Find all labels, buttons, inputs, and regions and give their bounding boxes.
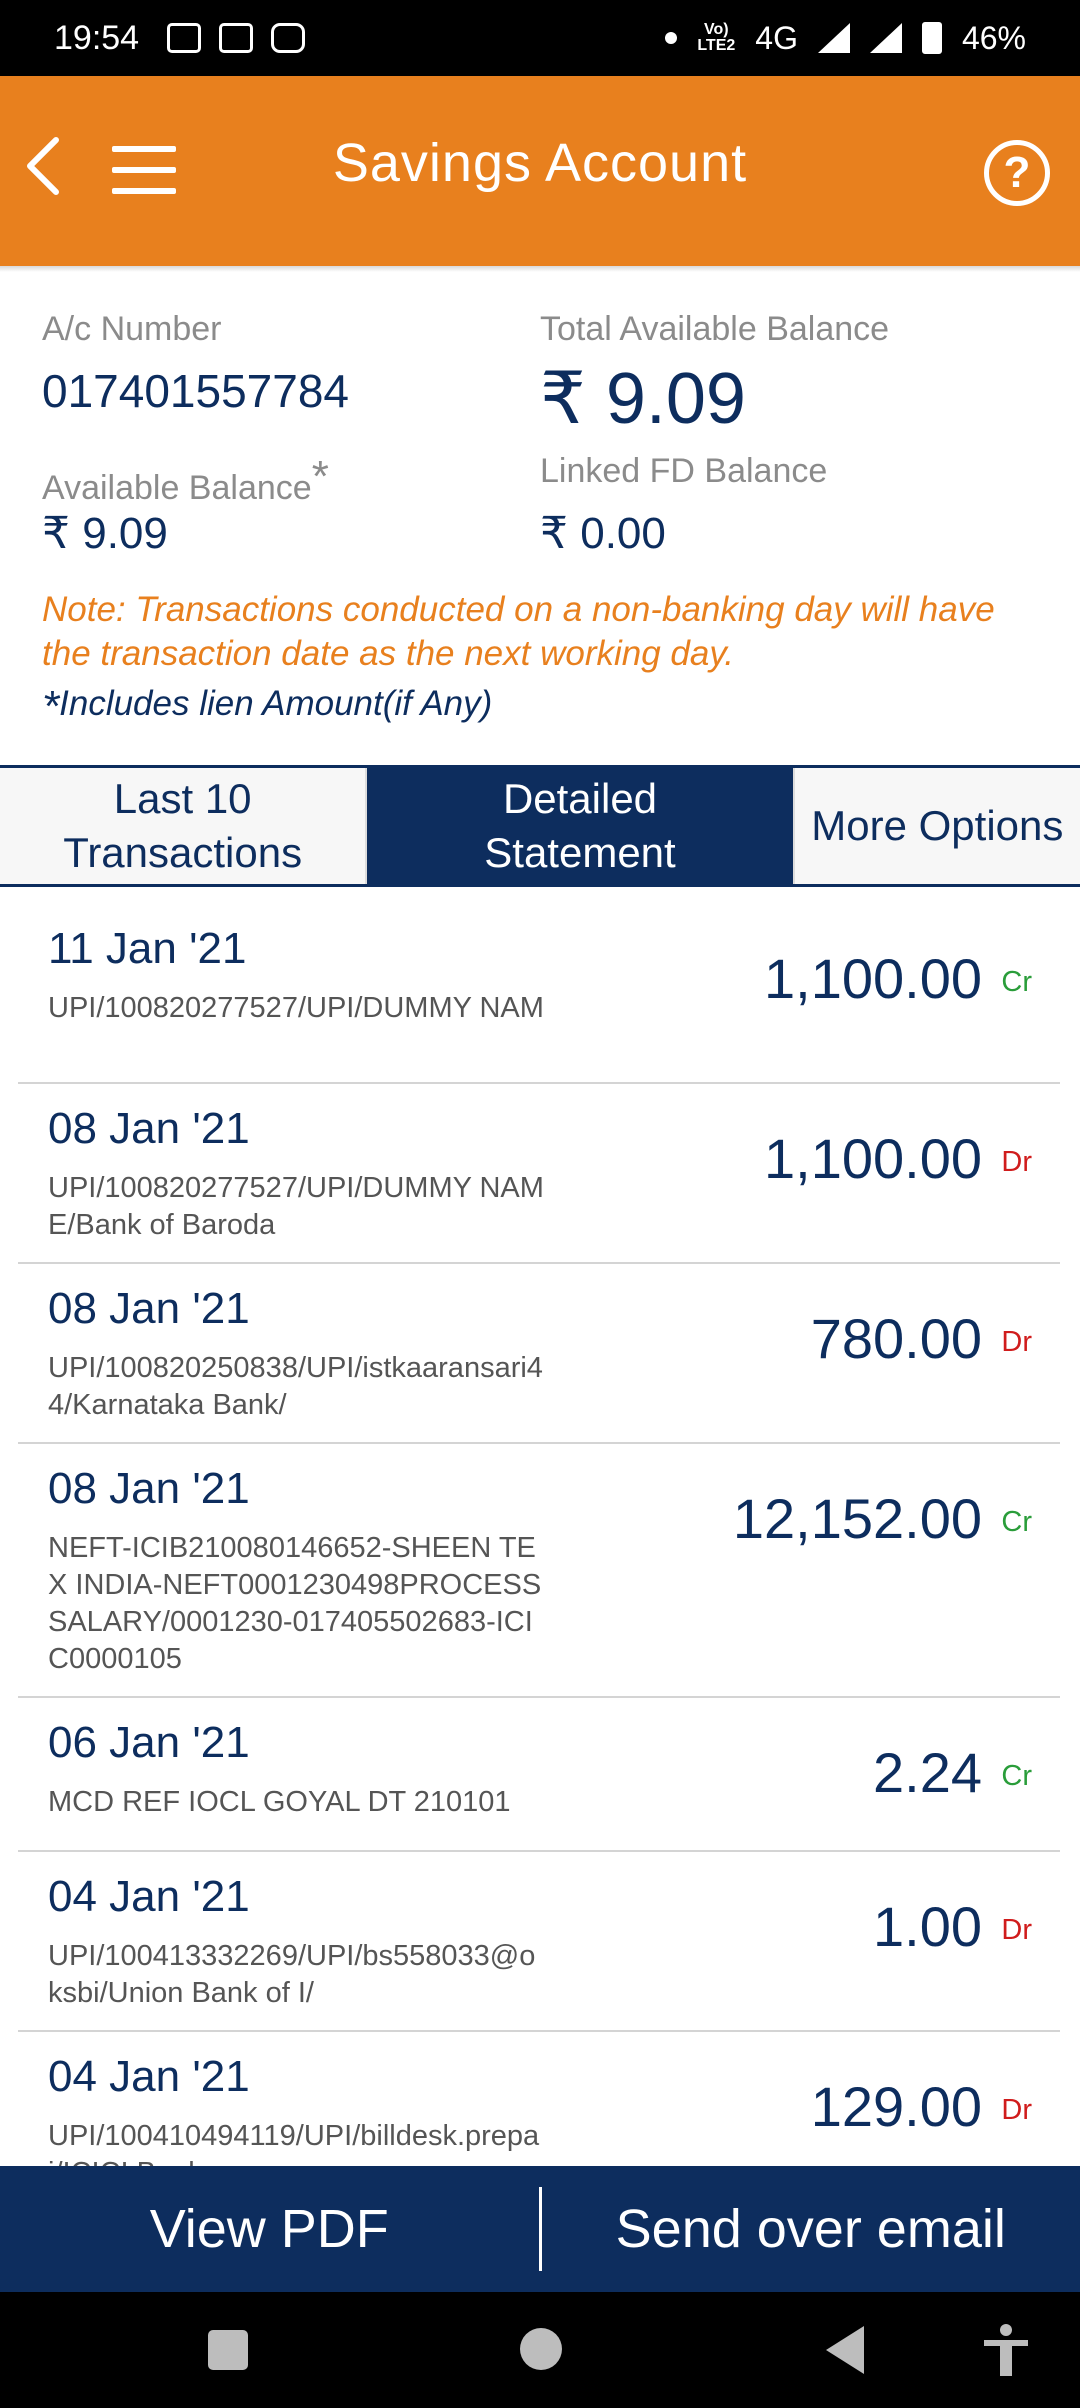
status-bar: 19:54 Vo) LTE2 4G 46% (0, 0, 1080, 76)
transaction-date: 08 Jan '21 (48, 1284, 250, 1333)
app-bar: Savings Account ? (0, 76, 1080, 266)
ac-number-value: 017401557784 (42, 365, 349, 417)
transaction-amount: 2.24 (873, 1741, 982, 1804)
volte-icon: Vo) LTE2 (697, 21, 736, 54)
available-balance-label-text: Available Balance (42, 469, 312, 507)
tab-more-options[interactable]: More Options (792, 768, 1080, 884)
transaction-type: Cr (1001, 1506, 1032, 1538)
transaction-type: Dr (1001, 1914, 1032, 1946)
transaction-description: UPI/100820277527/UPI/DUMMY NAME/Bank of … (48, 1172, 544, 1241)
bottom-action-bar: View PDF Send over email (0, 2166, 1080, 2292)
transaction-description: UPI/100820250838/UPI/istkaaransari44/Kar… (48, 1352, 543, 1421)
linked-fd-value: ₹ 0.00 (540, 509, 666, 558)
signal-icon-2 (869, 23, 902, 53)
transaction-date: 04 Jan '21 (48, 2052, 250, 2101)
available-balance-value: ₹ 9.09 (42, 509, 168, 558)
lien-note: *Includes lien Amount(if Any) (42, 682, 492, 732)
notification-app-icon (167, 23, 202, 53)
help-icon[interactable]: ? (984, 140, 1050, 206)
transaction-description: NEFT-ICIB210080146652-SHEEN TEX INDIA-NE… (48, 1532, 542, 1675)
transaction-type: Dr (1001, 1326, 1032, 1358)
transaction-description: UPI/100413332269/UPI/bs558033@oksbi/Unio… (48, 1940, 536, 2009)
transaction-row[interactable]: 11 Jan '21 UPI/100820277527/UPI/DUMMY NA… (18, 904, 1060, 1084)
available-balance-label: Available Balance* (42, 452, 329, 508)
recents-icon[interactable] (208, 2330, 248, 2370)
status-time: 19:54 (54, 18, 140, 57)
notification-dot-icon (665, 32, 678, 44)
ac-number-label: A/c Number (42, 310, 222, 348)
transaction-list[interactable]: 11 Jan '21 UPI/100820277527/UPI/DUMMY NA… (0, 904, 1080, 2166)
view-pdf-button[interactable]: View PDF (0, 2198, 539, 2260)
battery-percent: 46% (961, 19, 1026, 56)
lien-asterisk: * (42, 682, 60, 731)
send-email-button[interactable]: Send over email (542, 2198, 1080, 2260)
transaction-description: MCD REF IOCL GOYAL DT 210101 (48, 1786, 511, 1818)
lien-note-text: Includes lien Amount(if Any) (59, 684, 493, 723)
statement-tabs: Last 10 Transactions Detailed Statement … (0, 765, 1080, 887)
transaction-amount: 1,100.00 (764, 1127, 982, 1190)
transaction-amount: 1.00 (873, 1895, 982, 1958)
linked-fd-label: Linked FD Balance (540, 452, 828, 490)
system-nav-bar (0, 2292, 1080, 2408)
transaction-row[interactable]: 08 Jan '21 NEFT-ICIB210080146652-SHEEN T… (18, 1444, 1060, 1698)
tab-detailed-statement[interactable]: Detailed Statement (365, 768, 793, 884)
page-title: Savings Account (332, 133, 748, 193)
available-balance-asterisk: * (311, 452, 329, 501)
transaction-type: Dr (1001, 1146, 1032, 1178)
transaction-date-note: Note: Transactions conducted on a non-ba… (42, 590, 995, 673)
transaction-type: Cr (1001, 1760, 1032, 1792)
transaction-row[interactable]: 08 Jan '21 UPI/100820250838/UPI/istkaara… (18, 1264, 1060, 1444)
accessibility-icon[interactable] (980, 2322, 1032, 2378)
transaction-amount: 12,152.00 (732, 1487, 982, 1550)
transaction-type: Dr (1001, 2094, 1032, 2126)
transaction-date: 04 Jan '21 (48, 1872, 250, 1921)
back-icon[interactable] (826, 2326, 864, 2374)
total-balance-value: ₹ 9.09 (540, 359, 746, 439)
transaction-date: 08 Jan '21 (48, 1104, 250, 1153)
home-icon[interactable] (520, 2328, 562, 2370)
transaction-type: Cr (1001, 966, 1032, 998)
tab-last-10-transactions[interactable]: Last 10 Transactions (0, 768, 365, 884)
transaction-date: 06 Jan '21 (48, 1718, 250, 1767)
transaction-row[interactable]: 08 Jan '21 UPI/100820277527/UPI/DUMMY NA… (18, 1084, 1060, 1264)
transaction-row[interactable]: 04 Jan '21 UPI/100413332269/UPI/bs558033… (18, 1852, 1060, 2032)
transaction-description: UPI/100820277527/UPI/DUMMY NAM (48, 992, 544, 1024)
transaction-amount: 129.00 (810, 2075, 982, 2138)
appbar-divider (0, 266, 1080, 272)
transaction-amount: 1,100.00 (764, 947, 982, 1010)
transaction-description: UPI/100410494119/UPI/billdesk.prepai/ICI… (48, 2120, 540, 2166)
battery-icon (921, 22, 942, 54)
network-type: 4G (755, 19, 798, 56)
total-balance-label: Total Available Balance (540, 310, 890, 348)
signal-icon (817, 23, 850, 53)
gmail-icon (219, 23, 254, 53)
transaction-date: 08 Jan '21 (48, 1464, 250, 1513)
transaction-row[interactable]: 06 Jan '21 MCD REF IOCL GOYAL DT 210101 … (18, 1698, 1060, 1852)
transaction-row[interactable]: 04 Jan '21 UPI/100410494119/UPI/billdesk… (18, 2032, 1060, 2166)
youtube-icon (271, 23, 306, 53)
transaction-date: 11 Jan '21 (48, 924, 247, 973)
transaction-amount: 780.00 (810, 1307, 982, 1370)
